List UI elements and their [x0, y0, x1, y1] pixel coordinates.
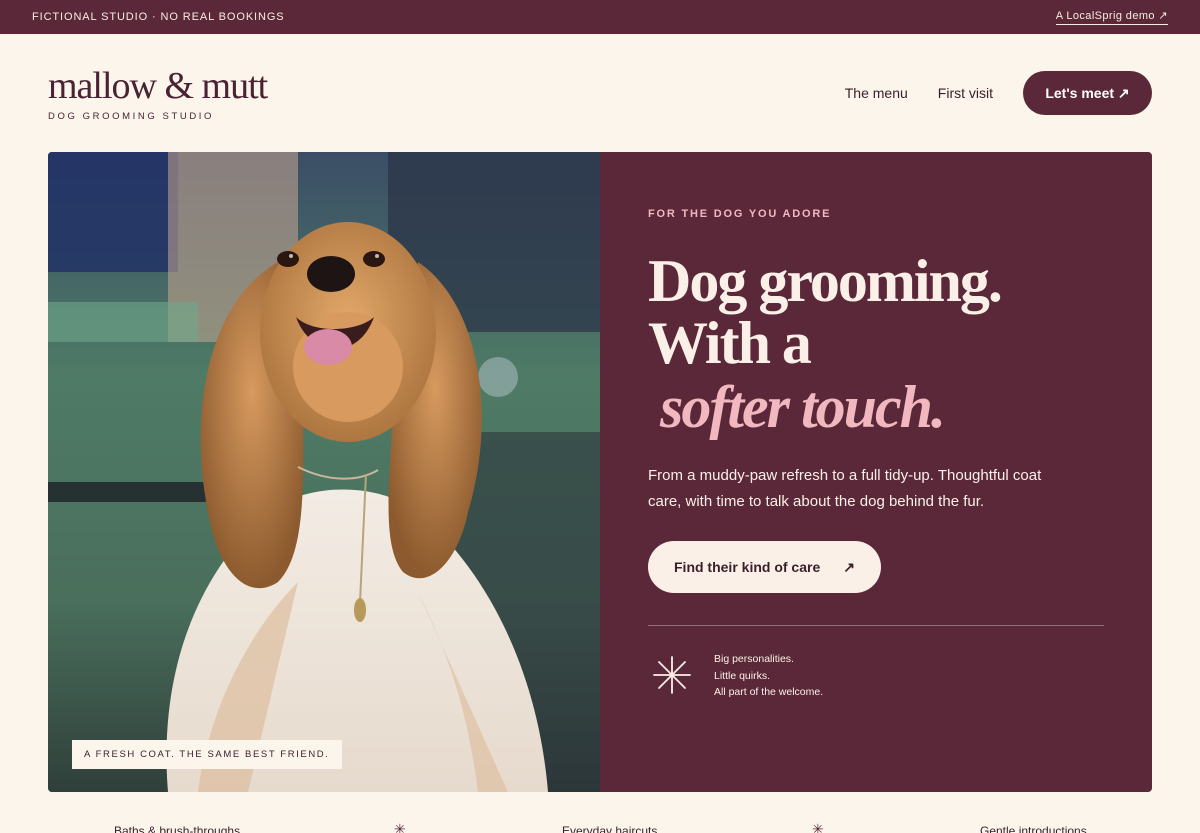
nav-link-the-menu[interactable]: The menu — [845, 85, 908, 101]
brand-logo[interactable]: mallow & mutt — [48, 66, 268, 106]
photo-caption: A FRESH COAT. THE SAME BEST FRIEND. — [72, 740, 342, 769]
welcome-line-2: Little quirks. — [714, 669, 771, 682]
hero-headline: Dog grooming. With a softer touch. — [648, 248, 1003, 440]
find-care-button[interactable]: Find their kind of care ↗ — [648, 541, 881, 593]
headline-line-2: With a — [648, 310, 812, 376]
main-nav: The menu First visit Let's meet ↗ — [845, 71, 1152, 115]
find-care-label: Find their kind of care — [674, 559, 821, 575]
hero-lede: From a muddy-paw refresh to a full tidy-… — [648, 467, 1042, 510]
arrow-up-right-icon: ↗ — [843, 558, 855, 575]
announcement-text: FICTIONAL STUDIO · NO REAL BOOKINGS — [32, 11, 285, 23]
welcome-line-1: Big personalities. — [714, 653, 794, 665]
hero-content-panel: FOR THE DOG YOU ADORE Dog grooming. With… — [600, 152, 1152, 792]
welcome-line-3: All part of the welcome. — [714, 686, 824, 698]
welcome-note: Big personalities. Little quirks. All pa… — [714, 651, 823, 701]
service-baths: Baths & brush-throughs — [114, 824, 241, 833]
asterisk-icon: ✳ — [394, 821, 406, 833]
lets-meet-button[interactable]: Let's meet ↗ — [1023, 71, 1152, 115]
service-introductions: Gentle introductions — [980, 824, 1087, 833]
dog-illustration — [48, 152, 600, 792]
hero-section: A FRESH COAT. THE SAME BEST FRIEND. FOR … — [48, 152, 1152, 792]
service-haircuts: Everyday haircuts — [562, 824, 658, 833]
hero-divider — [648, 625, 1104, 626]
headline-accent: softer touch. — [660, 374, 946, 440]
cocker-spaniel-photo: A FRESH COAT. THE SAME BEST FRIEND. — [48, 152, 600, 792]
headline-line-1: Dog grooming. — [648, 248, 1003, 314]
top-announcement-bar: FICTIONAL STUDIO · NO REAL BOOKINGS A Lo… — [0, 0, 1200, 34]
sparkle-icon — [653, 656, 691, 694]
site-header: mallow & mutt DOG GROOMING STUDIO The me… — [48, 64, 1152, 124]
localsprig-demo-link[interactable]: A LocalSprig demo ↗ — [1055, 9, 1168, 25]
nav-link-first-visit[interactable]: First visit — [938, 85, 993, 101]
brand-tagline: DOG GROOMING STUDIO — [48, 111, 215, 122]
hero-eyebrow: FOR THE DOG YOU ADORE — [648, 208, 832, 220]
services-strip: Baths & brush-throughs ✳ Everyday haircu… — [0, 818, 1200, 833]
asterisk-icon: ✳ — [812, 821, 824, 833]
